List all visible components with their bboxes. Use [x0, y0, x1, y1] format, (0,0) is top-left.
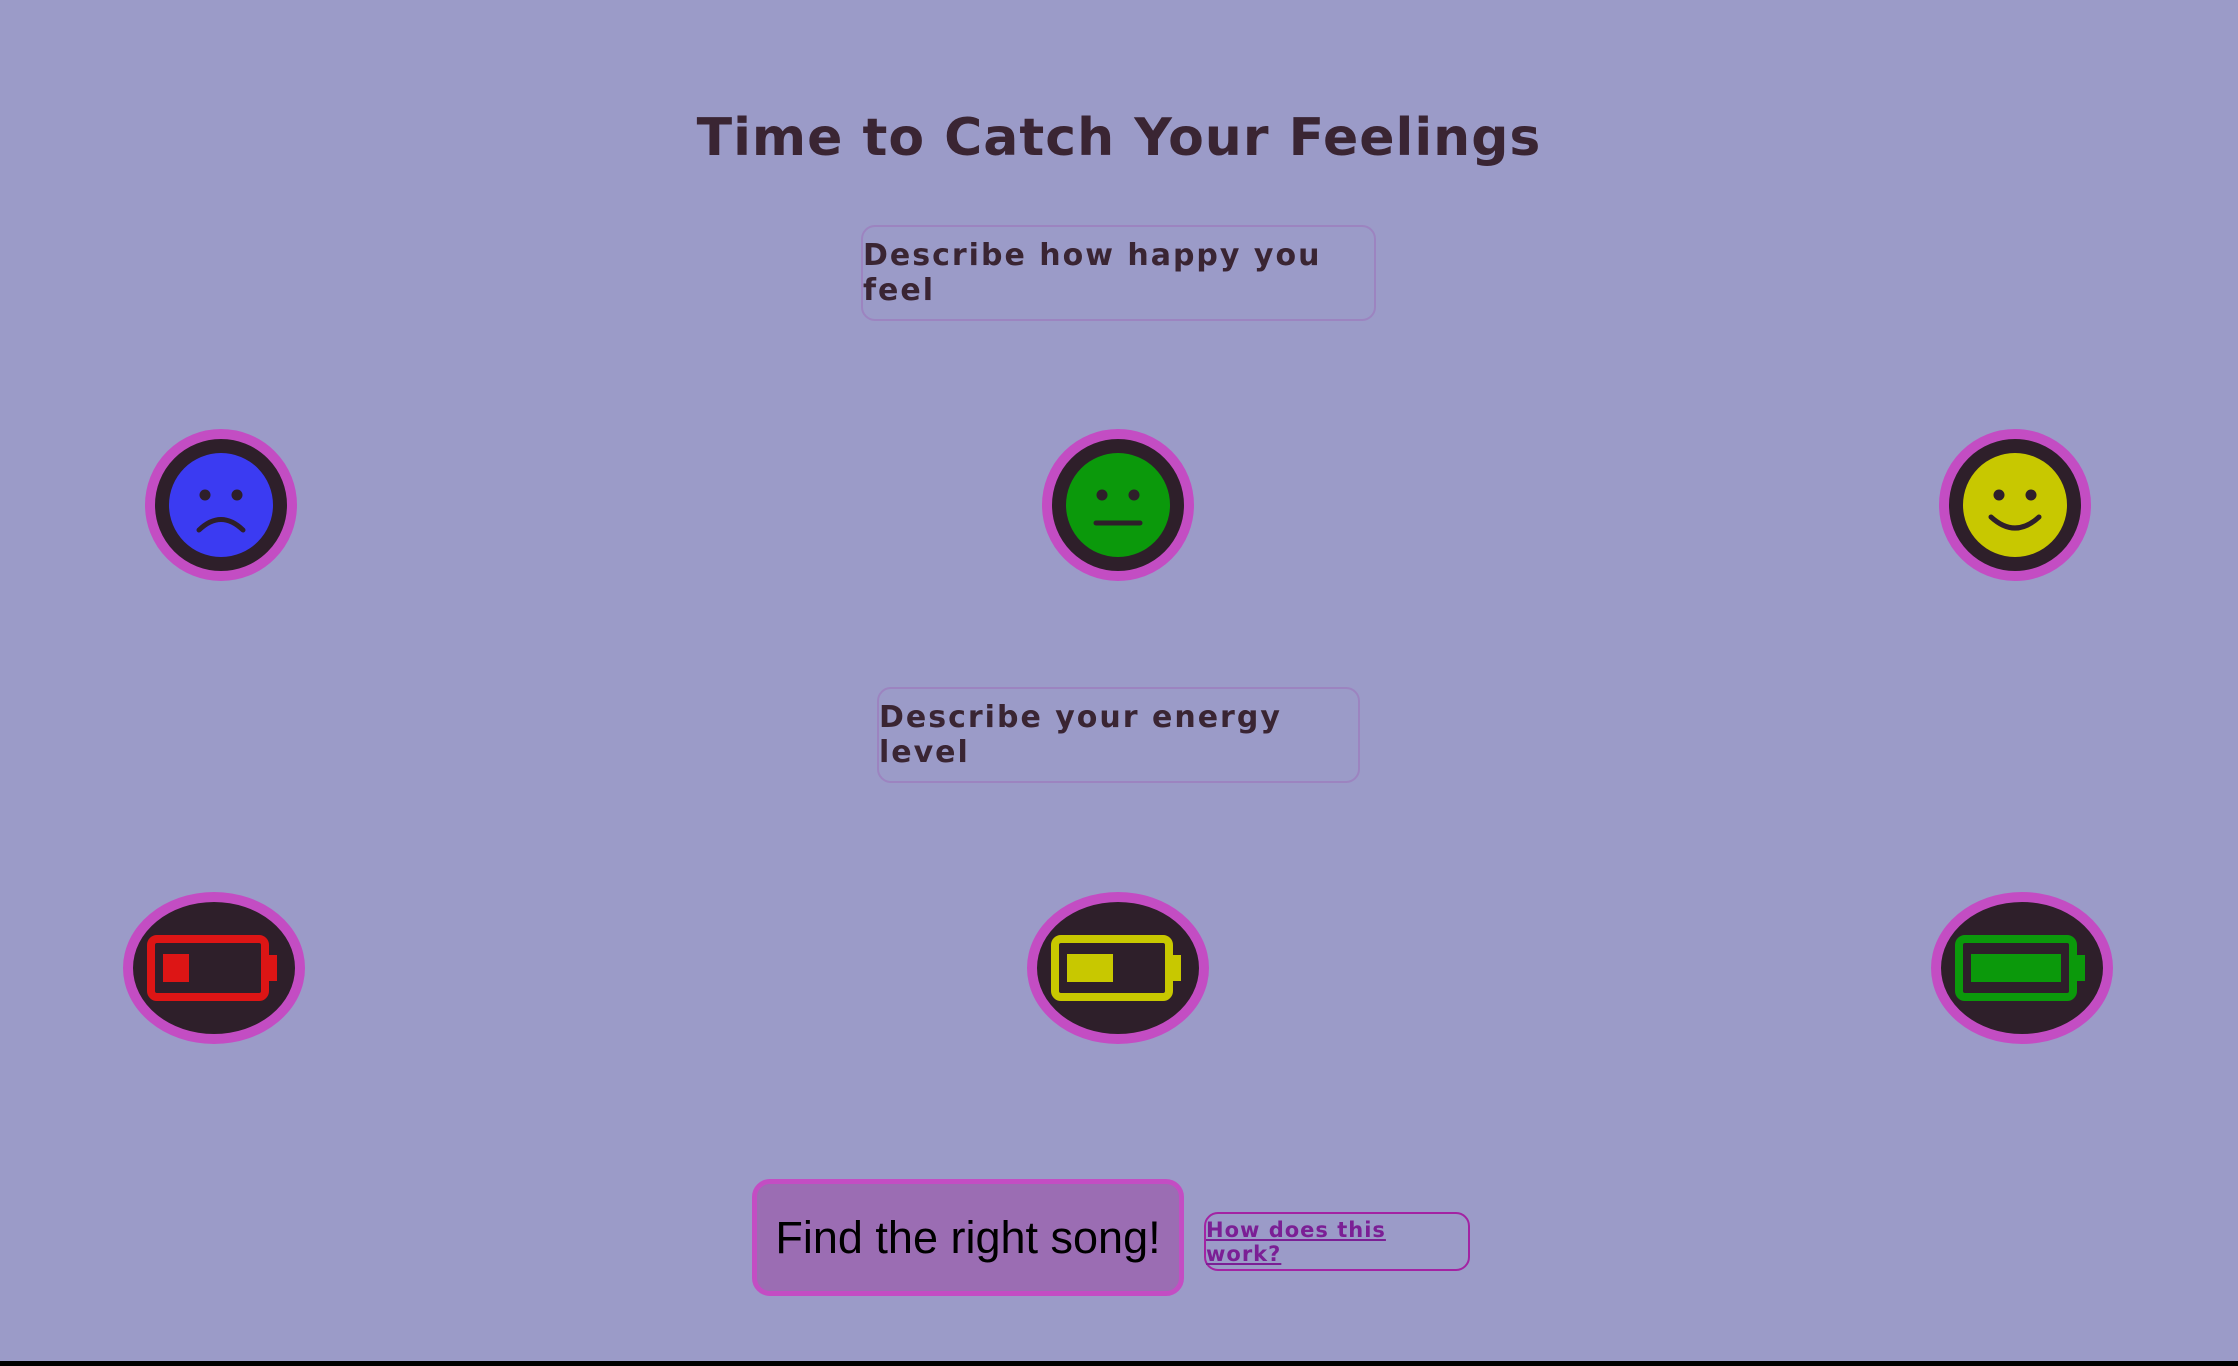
energy-option-low[interactable]	[123, 892, 305, 1044]
mood-option-happy[interactable]	[1939, 429, 2091, 581]
mood-option-neutral[interactable]	[1042, 429, 1194, 581]
smiling-face-icon	[1963, 453, 2067, 557]
mood-option-sad[interactable]	[145, 429, 297, 581]
sad-face-icon	[169, 453, 273, 557]
neutral-face-icon	[1066, 453, 1170, 557]
energy-prompt: Describe your energy level	[877, 687, 1360, 783]
page-title: Time to Catch Your Feelings	[696, 108, 1542, 168]
battery-half-icon	[1051, 935, 1181, 1001]
battery-full-icon	[1955, 935, 2085, 1001]
energy-option-high[interactable]	[1931, 892, 2113, 1044]
energy-option-medium[interactable]	[1027, 892, 1209, 1044]
how-it-works-link[interactable]: How does this work?	[1204, 1212, 1470, 1271]
happiness-prompt: Describe how happy you feel	[861, 225, 1376, 321]
find-song-button[interactable]: Find the right song!	[752, 1179, 1184, 1296]
bottom-border	[0, 1361, 2238, 1366]
battery-low-icon	[147, 935, 277, 1001]
